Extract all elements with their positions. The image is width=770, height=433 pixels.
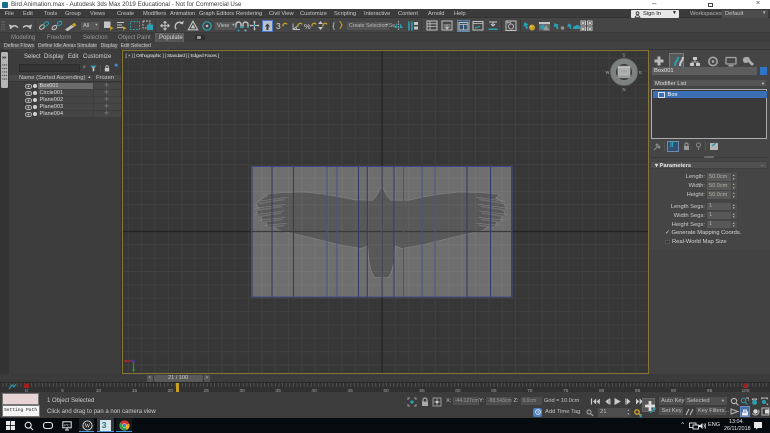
svg-text:S: S	[623, 53, 626, 58]
svg-text:W: W	[605, 70, 609, 75]
svg-text:E: E	[639, 70, 642, 75]
svg-text:TOP: TOP	[621, 69, 628, 73]
svg-text:W: W	[84, 424, 90, 430]
svg-text:PC: PC	[64, 422, 70, 427]
svg-text:N: N	[622, 87, 625, 92]
